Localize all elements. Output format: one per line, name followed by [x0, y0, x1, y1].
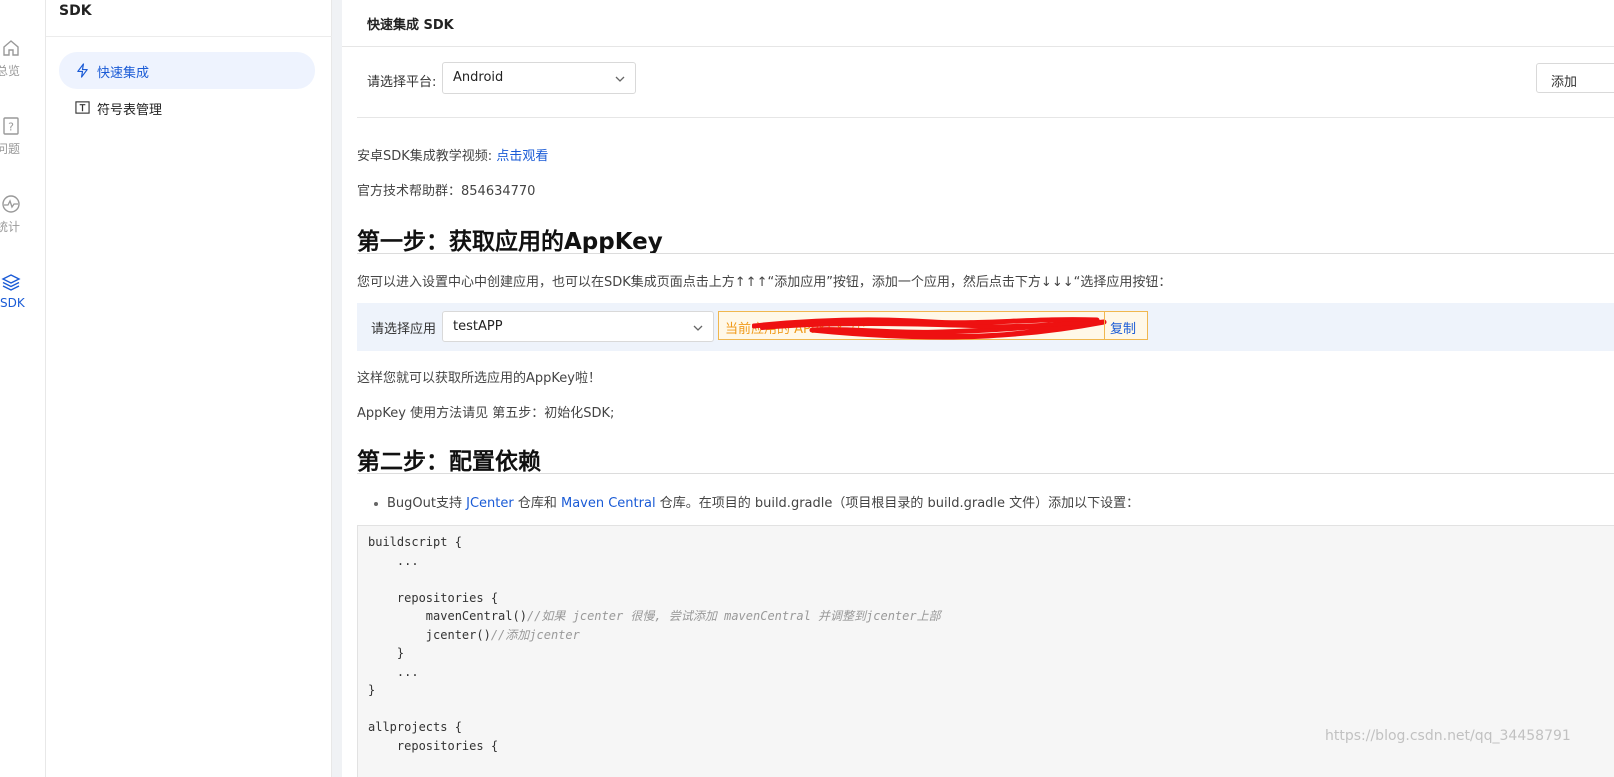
layout-gutter [332, 0, 342, 777]
question-icon: ? [3, 117, 19, 135]
bullet-text: 仓库。在项目的 build.gradle（项目根目录的 build.gradle… [655, 496, 1140, 511]
text-box-icon [75, 101, 90, 114]
maven-central-link[interactable]: Maven Central [561, 496, 656, 511]
code-line: mavenCentral() [368, 609, 527, 623]
chevron-down-icon [615, 76, 625, 82]
page-title: 快速集成 SDK [367, 18, 454, 33]
step2-bullet: BugOut支持 JCenter 仓库和 Maven Central 仓库。在项… [374, 492, 1139, 511]
sidebar-item-label: 符号表管理 [97, 103, 163, 118]
app-select-bar: 请选择应用 testAPP 当前应用的 APPKEY 为： 复制 [357, 303, 1614, 351]
code-line: repositories { [368, 738, 499, 753]
sidebar-title: SDK [59, 3, 92, 19]
copy-separator [1104, 312, 1105, 339]
redaction-scribble [752, 317, 1107, 340]
video-link[interactable]: 点击观看 [496, 149, 548, 164]
code-comment: //如果 jcenter 很慢, 尝试添加 mavenCentral 并调整到j… [526, 609, 941, 623]
main-content: 快速集成 SDK 请选择平台: Android 添加 安卓SDK集成教学视频: … [342, 0, 1614, 777]
video-text: 安卓SDK集成教学视频: [357, 149, 497, 164]
lightning-icon [77, 63, 88, 78]
step1-description: 您可以进入设置中心中创建应用，也可以在SDK集成页面点击上方↑↑↑“添加应用”按… [357, 275, 1172, 290]
svg-text:?: ? [8, 121, 14, 134]
code-line: repositories { [368, 590, 499, 605]
section-divider [357, 117, 1614, 118]
sidebar: SDK 快速集成 符号表管理 [46, 0, 332, 777]
platform-select[interactable]: Android [442, 62, 636, 94]
code-line: allprojects { [368, 720, 462, 734]
step1-heading: 第一步：获取应用的AppKey [357, 229, 663, 255]
rail-item-label: 总览 [0, 64, 21, 78]
bullet-text: 仓库和 [513, 496, 561, 511]
step1-after-text-2: AppKey 使用方法请见 第五步：初始化SDK; [357, 406, 615, 421]
code-line: buildscript { [368, 535, 462, 549]
sidebar-item-symbol-table[interactable]: 符号表管理 [59, 89, 315, 126]
code-line: } [368, 683, 376, 697]
home-icon [3, 40, 19, 56]
app-root: 总览 ? 问题 统计 SDK SDK 快速集成 符号表管理 快速集成 SDK 请… [0, 0, 1614, 777]
chevron-down-icon [693, 325, 703, 331]
app-select-label: 请选择应用 [371, 322, 437, 337]
rail-item-label: SDK [0, 296, 25, 310]
app-select-value: testAPP [453, 319, 503, 334]
watermark: https://blog.csdn.net/qq_34458791 [1325, 728, 1571, 744]
copy-button[interactable]: 复制 [1110, 318, 1136, 337]
code-comment: //添加jcenter [490, 627, 580, 642]
stats-icon [2, 195, 20, 213]
bullet-dot [374, 501, 378, 506]
code-line: } [368, 646, 405, 660]
step1-after-text-1: 这样您就可以获取所选应用的AppKey啦！ [357, 371, 601, 386]
step1-heading-rule [357, 253, 1614, 254]
platform-select-value: Android [453, 70, 504, 85]
video-line: 安卓SDK集成教学视频: 点击观看 [357, 145, 548, 164]
jcenter-link[interactable]: JCenter [466, 496, 514, 511]
code-line: jcenter() [368, 627, 491, 642]
layers-icon [1, 274, 21, 291]
help-group-text: 官方技术帮助群：854634770 [357, 184, 536, 199]
platform-label: 请选择平台: [367, 75, 437, 90]
rail-item-label: 问题 [0, 142, 21, 156]
step2-heading: 第二步：配置依赖 [357, 449, 541, 475]
step2-heading-rule [357, 473, 1614, 474]
bullet-text: BugOut支持 [387, 496, 467, 511]
sidebar-item-quick-integration[interactable]: 快速集成 [59, 52, 315, 89]
rail-item-label: 统计 [0, 220, 21, 234]
sidebar-divider [46, 36, 332, 37]
code-line: ... [368, 553, 419, 568]
add-app-button[interactable]: 添加 [1536, 63, 1614, 93]
add-app-button-label: 添加 [1551, 75, 1578, 90]
code-line: ... [368, 664, 419, 679]
app-select[interactable]: testAPP [442, 311, 714, 342]
header-divider [342, 46, 1614, 47]
sidebar-item-label: 快速集成 [97, 66, 150, 81]
code-text: buildscript { ... repositories { mavenCe… [368, 533, 941, 755]
appkey-display: 当前应用的 APPKEY 为： 复制 [718, 311, 1148, 340]
icon-rail: 总览 ? 问题 统计 SDK [0, 0, 46, 777]
